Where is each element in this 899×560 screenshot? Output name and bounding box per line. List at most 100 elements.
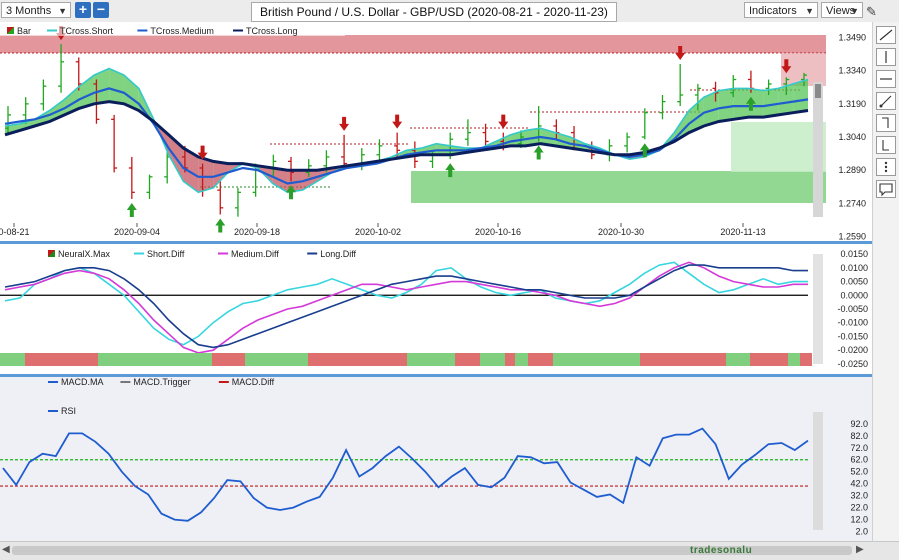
rsi-tick-label: 32.0	[850, 491, 868, 501]
diff-tick-label: 0.0100	[840, 263, 868, 273]
line-tool-button[interactable]	[876, 26, 896, 44]
macd-legend: MACD.MA MACD.Trigger MACD.Diff	[48, 377, 275, 387]
price-scrollbar[interactable]	[813, 82, 823, 217]
legend-label: RSI	[61, 406, 76, 416]
more-tools-button[interactable]	[876, 158, 896, 176]
period-select-label: 3 Months	[6, 5, 52, 17]
chevron-down-icon: ▼	[58, 6, 67, 16]
indicators-label: Indicators	[749, 5, 797, 17]
diff-tick-label: -0.0100	[837, 318, 868, 328]
legend-label: NeuralX.Max	[58, 249, 111, 259]
price-tick-label: 1.2740	[838, 198, 866, 208]
panel-separator[interactable]	[0, 374, 872, 377]
neuralx-segment	[788, 353, 800, 366]
settings-icon[interactable]: ✎	[866, 4, 877, 20]
indicators-select[interactable]: Indicators ▼	[744, 2, 818, 18]
support-ext-zone	[731, 122, 826, 172]
chart-title: British Pound / U.S. Dollar - GBP/USD (2…	[251, 2, 617, 22]
neuralx-segment	[0, 353, 25, 366]
horizontal-scrollbar[interactable]: ◀ tradesonalu ▶	[0, 541, 899, 560]
scroll-right-icon[interactable]: ▶	[856, 544, 864, 555]
drawing-toolbar	[872, 22, 899, 542]
comment-tool-button[interactable]	[876, 180, 896, 198]
price-tick-label: 1.2590	[838, 232, 866, 242]
support-zone	[411, 171, 826, 203]
legend-label: TCross.Long	[246, 26, 298, 36]
diff-scrollbar[interactable]	[813, 254, 823, 364]
neuralx-segment	[515, 353, 528, 366]
legend-label: Long.Diff	[320, 249, 356, 259]
date-tick-label: 2020-10-16	[475, 227, 521, 237]
neuralx-segment	[308, 353, 407, 366]
rsi-tick-label: 42.0	[850, 479, 868, 489]
price-scrollbar-thumb[interactable]	[815, 84, 821, 98]
rsi-tick-label: 92.0	[850, 419, 868, 429]
date-tick-label: 2020-09-18	[234, 227, 280, 237]
ray-tool-button[interactable]	[876, 92, 896, 110]
rsi-tick-label: 22.0	[850, 503, 868, 513]
legend-label: TCross.Medium	[150, 26, 214, 36]
neuralx-segment	[98, 353, 212, 366]
date-tick-label: 2020-10-02	[355, 227, 401, 237]
rsi-tick-label: 12.0	[850, 515, 868, 525]
neuralx-segment	[800, 353, 812, 366]
rsi-tick-label: 62.0	[850, 455, 868, 465]
diff-y-ticks: 0.0150 0.0100 0.0050 0.0000 -0.0050 -0.0100 -0…	[837, 249, 868, 369]
bull-ribbon-segment	[793, 79, 808, 113]
scroll-left-icon[interactable]: ◀	[2, 544, 10, 555]
toolbar: 3 Months ▼ + − British Pound / U.S. Doll…	[0, 0, 899, 23]
diff-tick-label: 0.0150	[840, 249, 868, 259]
zoom-in-button[interactable]: +	[75, 2, 91, 18]
price-tick-label: 1.3190	[838, 99, 866, 109]
neuralx-segment	[726, 353, 750, 366]
rsi-tick-label: 52.0	[850, 467, 868, 477]
rsi-tick-label: 72.0	[850, 443, 868, 453]
neuralx-segment	[750, 353, 788, 366]
period-select[interactable]: 3 Months ▼	[1, 2, 71, 18]
macd-panel-bg	[0, 377, 872, 405]
legend-label: TCross.Short	[60, 26, 114, 36]
date-tick-label: 2020-11-13	[720, 227, 765, 237]
zoom-out-button[interactable]: −	[93, 2, 109, 18]
vertical-line-tool-button[interactable]	[876, 48, 896, 66]
neuralx-segment	[480, 353, 505, 366]
horizontal-line-tool-button[interactable]	[876, 70, 896, 88]
views-select[interactable]: Views ▼	[821, 2, 863, 18]
rsi-tick-label: 82.0	[850, 431, 868, 441]
neuralx-segment	[455, 353, 480, 366]
chevron-down-icon: ▼	[805, 6, 814, 16]
neuralx-segment	[25, 353, 98, 366]
price-tick-label: 1.3040	[838, 132, 866, 142]
rsi-scrollbar[interactable]	[813, 412, 823, 530]
date-tick-label: 0-08-21	[0, 227, 30, 237]
channel-tool-button[interactable]	[876, 136, 896, 154]
chevron-down-icon: ▼	[850, 6, 859, 16]
legend-label: Bar	[17, 26, 31, 36]
diff-tick-label: -0.0250	[837, 359, 868, 369]
legend-label: MACD.Diff	[232, 377, 275, 387]
diff-tick-label: 0.0050	[840, 277, 868, 287]
price-tick-label: 1.3340	[838, 66, 866, 76]
diff-tick-label: -0.0050	[837, 304, 868, 314]
date-tick-label: 2020-09-04	[114, 227, 160, 237]
legend-label: MACD.Trigger	[133, 377, 190, 387]
rsi-panel-bg	[0, 405, 872, 541]
neuralx-segment	[505, 353, 515, 366]
neuralx-segment	[528, 353, 553, 366]
neuralx-segment	[407, 353, 455, 366]
diff-tick-label: 0.0000	[840, 290, 868, 300]
legend-label: Short.Diff	[147, 249, 185, 259]
neuralx-segment	[553, 353, 640, 366]
panel-separator[interactable]	[0, 241, 872, 244]
rsi-tick-label: 2.0	[855, 527, 868, 537]
bull-ribbon-segment	[733, 88, 749, 120]
price-tick-label: 1.2890	[838, 165, 866, 175]
legend-label: MACD.MA	[61, 377, 104, 387]
fibonacci-tool-button[interactable]	[876, 114, 896, 132]
diff-tick-label: -0.0150	[837, 331, 868, 341]
resistance-zone	[0, 35, 826, 53]
chart-area: 1.3490 1.3340 1.3190 1.3040 1.2890 1.2740 1.25…	[0, 22, 872, 541]
brand-watermark: tradesonalu	[690, 545, 753, 556]
neuralx-strip	[0, 353, 812, 366]
neuralx-segment	[212, 353, 245, 366]
